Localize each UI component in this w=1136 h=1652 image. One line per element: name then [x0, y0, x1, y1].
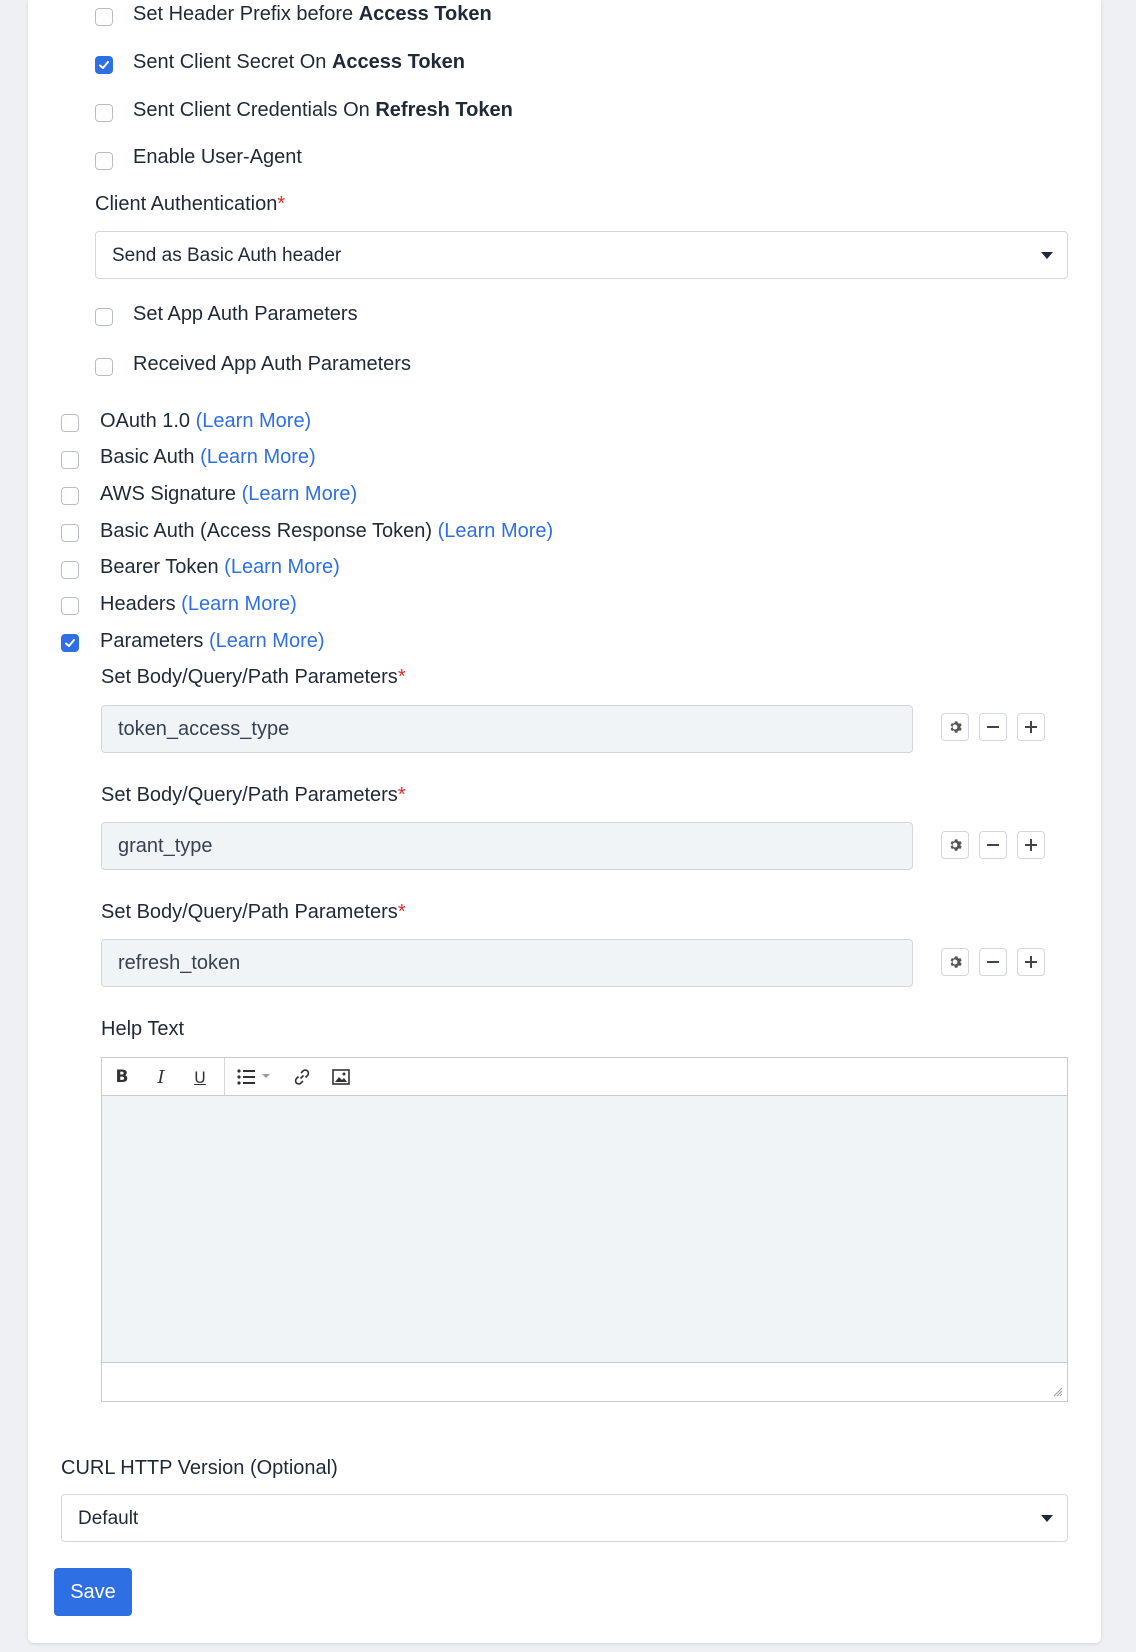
label-aws-signature: AWS Signature (Learn More) [100, 483, 358, 505]
learn-more-link[interactable]: (Learn More) [438, 520, 554, 542]
checkbox-oauth1[interactable] [61, 414, 79, 432]
label-set-app-auth: Set App Auth Parameters [133, 303, 358, 325]
settings-button[interactable] [941, 831, 969, 859]
plus-icon [1025, 721, 1037, 733]
settings-button[interactable] [941, 948, 969, 976]
italic-icon[interactable]: I [149, 1066, 173, 1088]
remove-button[interactable] [979, 713, 1007, 741]
editor-statusbar [101, 1362, 1068, 1402]
checkbox-header-prefix[interactable] [95, 8, 113, 26]
minus-icon [987, 961, 999, 963]
label-received-app-auth: Received App Auth Parameters [133, 353, 411, 375]
chevron-down-icon [1041, 1515, 1053, 1522]
add-button[interactable] [1017, 948, 1045, 976]
save-button[interactable]: Save [54, 1568, 132, 1616]
param-label: Set Body/Query/Path Parameters* [101, 901, 406, 923]
minus-icon [987, 844, 999, 846]
add-button[interactable] [1017, 831, 1045, 859]
chevron-down-icon [1041, 252, 1053, 259]
editor-toolbar: B I U [101, 1057, 1068, 1096]
checkbox-set-app-auth[interactable] [95, 308, 113, 326]
check-icon [65, 639, 75, 647]
resize-handle-icon[interactable] [1053, 1387, 1063, 1397]
learn-more-link[interactable]: (Learn More) [196, 410, 312, 432]
label-parameters: Parameters (Learn More) [100, 630, 325, 652]
label-basic-auth: Basic Auth (Learn More) [100, 446, 316, 468]
label-headers: Headers (Learn More) [100, 593, 297, 615]
list-icon[interactable] [235, 1066, 279, 1088]
param-label: Set Body/Query/Path Parameters* [101, 666, 406, 688]
minus-icon [987, 726, 999, 728]
label-client-secret: Sent Client Secret On Access Token [133, 51, 466, 73]
checkbox-basic-auth-access-response[interactable] [61, 524, 79, 542]
label-oauth1: OAuth 1.0 (Learn More) [100, 410, 312, 432]
client-auth-label: Client Authentication* [95, 193, 286, 215]
toolbar-divider [224, 1058, 225, 1095]
checkbox-headers[interactable] [61, 597, 79, 615]
settings-button[interactable] [941, 713, 969, 741]
gear-icon [950, 956, 962, 968]
param-input[interactable]: refresh_token [101, 939, 913, 987]
plus-icon [1025, 839, 1037, 851]
learn-more-link[interactable]: (Learn More) [200, 446, 316, 468]
underline-icon[interactable]: U [188, 1066, 212, 1088]
remove-button[interactable] [979, 831, 1007, 859]
help-text-label: Help Text [101, 1018, 185, 1040]
checkbox-parameters[interactable] [61, 634, 79, 652]
curl-version-label: CURL HTTP Version (Optional) [61, 1457, 338, 1479]
add-button[interactable] [1017, 713, 1045, 741]
learn-more-link[interactable]: (Learn More) [209, 630, 325, 652]
learn-more-link[interactable]: (Learn More) [242, 483, 358, 505]
bold-icon[interactable]: B [110, 1066, 134, 1088]
param-input[interactable]: token_access_type [101, 705, 913, 753]
plus-icon [1025, 956, 1037, 968]
check-icon [99, 61, 109, 69]
label-user-agent: Enable User-Agent [133, 146, 302, 168]
checkbox-bearer-token[interactable] [61, 561, 79, 579]
learn-more-link[interactable]: (Learn More) [224, 556, 340, 578]
checkbox-aws-signature[interactable] [61, 487, 79, 505]
gear-icon [950, 839, 962, 851]
image-icon[interactable] [329, 1066, 353, 1088]
label-header-prefix: Set Header Prefix before Access Token [133, 3, 492, 25]
label-client-credentials: Sent Client Credentials On Refresh Token [133, 99, 513, 121]
remove-button[interactable] [979, 948, 1007, 976]
settings-card: Set Header Prefix before Access Token Se… [28, 0, 1101, 1643]
client-auth-value: Send as Basic Auth header [112, 245, 342, 266]
checkbox-client-credentials[interactable] [95, 104, 113, 122]
link-icon[interactable] [290, 1066, 314, 1088]
curl-version-value: Default [78, 1508, 139, 1529]
checkbox-basic-auth[interactable] [61, 451, 79, 469]
checkbox-received-app-auth[interactable] [95, 358, 113, 376]
learn-more-link[interactable]: (Learn More) [181, 593, 297, 615]
client-auth-select[interactable]: Send as Basic Auth header [95, 231, 1068, 279]
label-bearer-token: Bearer Token (Learn More) [100, 556, 340, 578]
help-text-editor[interactable] [101, 1096, 1068, 1362]
curl-version-select[interactable]: Default [61, 1494, 1068, 1542]
param-input[interactable]: grant_type [101, 822, 913, 870]
checkbox-client-secret[interactable] [95, 56, 113, 74]
label-basic-auth-access-response: Basic Auth (Access Response Token) (Lear… [100, 520, 554, 542]
checkbox-user-agent[interactable] [95, 152, 113, 170]
param-label: Set Body/Query/Path Parameters* [101, 784, 406, 806]
gear-icon [950, 721, 962, 733]
